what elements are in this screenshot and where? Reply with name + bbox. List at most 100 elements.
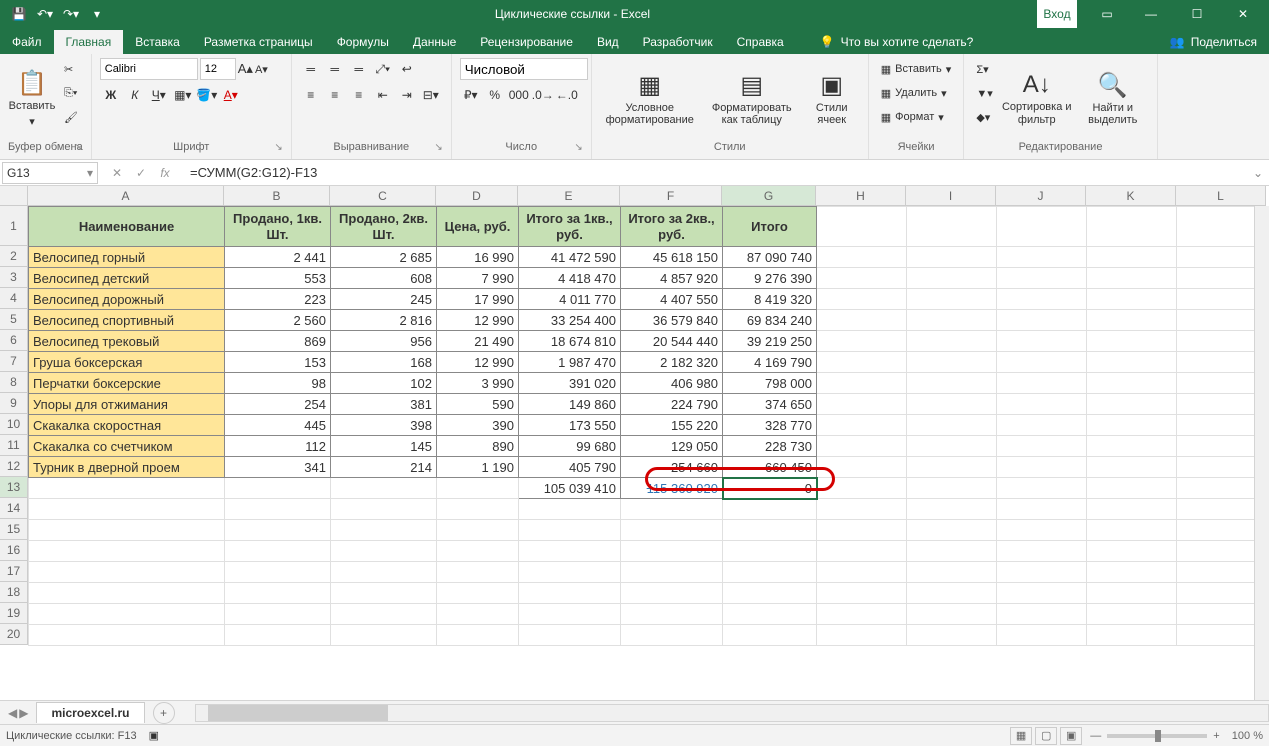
fill-color-button[interactable]: 🪣▾ — [196, 84, 218, 106]
cell[interactable] — [1177, 289, 1267, 310]
cell[interactable] — [29, 520, 225, 541]
normal-view-icon[interactable]: ▦ — [1010, 727, 1032, 745]
cell[interactable]: Цена, руб. — [437, 207, 519, 247]
cell[interactable]: 39 219 250 — [723, 331, 817, 352]
cell[interactable] — [997, 207, 1087, 247]
cell[interactable] — [331, 583, 437, 604]
row-header[interactable]: 18 — [0, 582, 28, 603]
row-header[interactable]: 14 — [0, 498, 28, 519]
cell[interactable] — [907, 394, 997, 415]
cell[interactable]: 254 — [225, 394, 331, 415]
font-color-button[interactable]: A▾ — [220, 84, 242, 106]
row-header[interactable]: 7 — [0, 351, 28, 372]
cell[interactable]: 405 790 — [519, 457, 621, 478]
cell[interactable] — [907, 436, 997, 457]
cell[interactable] — [331, 478, 437, 499]
cell[interactable]: Продано, 1кв. Шт. — [225, 207, 331, 247]
cell[interactable]: 4 011 770 — [519, 289, 621, 310]
cell[interactable] — [519, 562, 621, 583]
underline-button[interactable]: Ч▾ — [148, 84, 170, 106]
cell[interactable] — [29, 499, 225, 520]
row-header[interactable]: 10 — [0, 414, 28, 435]
conditional-formatting-button[interactable]: ▦Условное форматирование — [600, 58, 700, 139]
cell[interactable]: 45 618 150 — [621, 247, 723, 268]
cell[interactable]: 18 674 810 — [519, 331, 621, 352]
cell[interactable] — [1177, 436, 1267, 457]
tab-layout[interactable]: Разметка страницы — [192, 30, 325, 54]
cell[interactable] — [997, 478, 1087, 499]
cell[interactable]: 956 — [331, 331, 437, 352]
cell[interactable]: 4 418 470 — [519, 268, 621, 289]
tab-nav-prev-icon[interactable]: ◀ — [8, 706, 17, 720]
cell-styles-button[interactable]: ▣Стили ячеек — [804, 58, 860, 139]
currency-icon[interactable]: ₽▾ — [460, 84, 482, 106]
cell[interactable] — [907, 499, 997, 520]
row-header[interactable]: 8 — [0, 372, 28, 393]
format-as-table-button[interactable]: ▤Форматировать как таблицу — [704, 58, 800, 139]
cell[interactable] — [437, 478, 519, 499]
row-header[interactable]: 4 — [0, 288, 28, 309]
cell[interactable] — [907, 289, 997, 310]
insert-cells-button[interactable]: ▦ Вставить ▾ — [877, 58, 956, 80]
cell[interactable] — [225, 520, 331, 541]
expand-formula-icon[interactable]: ⌄ — [1247, 166, 1269, 180]
cell[interactable] — [1177, 583, 1267, 604]
cell[interactable] — [997, 247, 1087, 268]
cell[interactable]: 223 — [225, 289, 331, 310]
cell[interactable] — [437, 499, 519, 520]
cell[interactable]: 798 000 — [723, 373, 817, 394]
cell[interactable] — [1177, 541, 1267, 562]
cell[interactable] — [29, 625, 225, 646]
cell[interactable]: Груша боксерская — [29, 352, 225, 373]
cell[interactable] — [519, 520, 621, 541]
column-header[interactable]: A — [28, 186, 224, 206]
row-header[interactable]: 19 — [0, 603, 28, 624]
format-cells-button[interactable]: ▦ Формат ▾ — [877, 106, 956, 128]
cell[interactable] — [437, 604, 519, 625]
cell[interactable] — [997, 352, 1087, 373]
cell[interactable]: 608 — [331, 268, 437, 289]
cell[interactable] — [1087, 436, 1177, 457]
align-center-icon[interactable]: ≡ — [324, 84, 346, 106]
cell[interactable]: Скакалка со счетчиком — [29, 436, 225, 457]
cell[interactable] — [621, 583, 723, 604]
cell[interactable] — [907, 562, 997, 583]
cell[interactable]: 0 — [723, 478, 817, 499]
cell[interactable] — [907, 520, 997, 541]
cell[interactable] — [817, 310, 907, 331]
cell[interactable] — [997, 604, 1087, 625]
cell[interactable] — [817, 520, 907, 541]
cell[interactable]: Итого за 1кв., руб. — [519, 207, 621, 247]
column-header[interactable]: B — [224, 186, 330, 206]
cell[interactable] — [225, 625, 331, 646]
tab-formulas[interactable]: Формулы — [325, 30, 401, 54]
cell[interactable] — [907, 625, 997, 646]
cell[interactable]: 660 450 — [723, 457, 817, 478]
share-button[interactable]: 👥Поделиться — [1158, 30, 1269, 54]
tab-insert[interactable]: Вставка — [123, 30, 192, 54]
cell[interactable] — [997, 268, 1087, 289]
cell[interactable] — [519, 583, 621, 604]
tab-help[interactable]: Справка — [725, 30, 796, 54]
cell[interactable] — [1087, 499, 1177, 520]
column-header[interactable]: C — [330, 186, 436, 206]
row-header[interactable]: 13 — [0, 477, 28, 498]
cell[interactable] — [907, 310, 997, 331]
cell[interactable] — [907, 207, 997, 247]
cell[interactable] — [225, 541, 331, 562]
row-header[interactable]: 11 — [0, 435, 28, 456]
cell[interactable] — [817, 436, 907, 457]
cell[interactable] — [907, 604, 997, 625]
cell[interactable] — [437, 562, 519, 583]
cell[interactable] — [817, 625, 907, 646]
cell[interactable] — [997, 562, 1087, 583]
cell[interactable]: 406 980 — [621, 373, 723, 394]
column-header[interactable]: I — [906, 186, 996, 206]
cell[interactable]: 115 360 920 — [621, 478, 723, 499]
cell[interactable] — [29, 604, 225, 625]
column-header[interactable]: E — [518, 186, 620, 206]
cell[interactable] — [1087, 478, 1177, 499]
cell[interactable]: 869 — [225, 331, 331, 352]
paste-button[interactable]: 📋Вставить▾ — [8, 58, 56, 139]
cell[interactable] — [1087, 373, 1177, 394]
